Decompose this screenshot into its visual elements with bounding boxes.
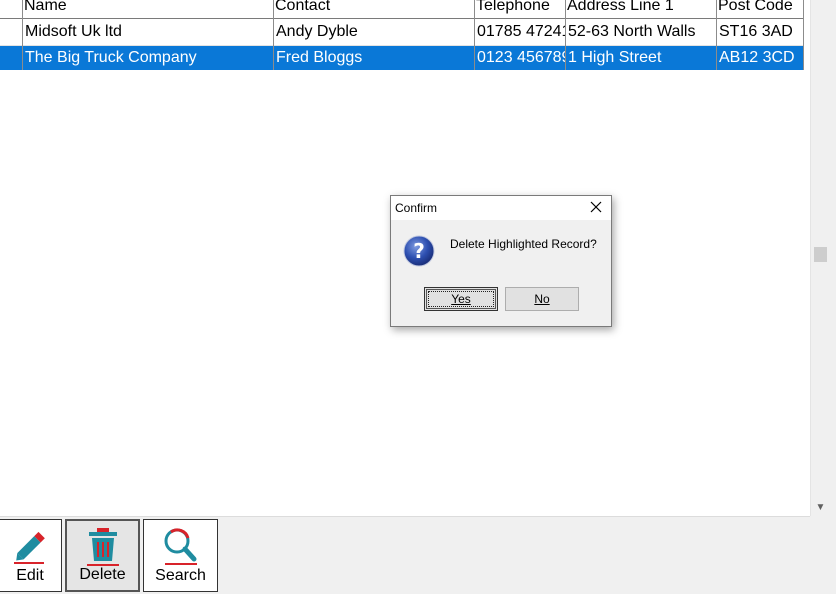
edit-button[interactable]: Edit (0, 519, 62, 592)
search-button[interactable]: Search (143, 519, 218, 592)
column-header-postcode[interactable]: Post Code (716, 0, 804, 18)
dialog-titlebar[interactable]: Confirm (391, 196, 611, 220)
column-header-name[interactable]: Name (22, 0, 273, 18)
cell-telephone: 01785 472411 (477, 23, 565, 40)
grid-header: Name Contact Telephone Address Line 1 Po… (0, 0, 804, 19)
yes-button[interactable]: Yes (424, 287, 498, 311)
magnifier-icon (164, 528, 197, 565)
confirm-dialog: Confirm ? Delete Highlighted Record? Yes… (390, 195, 612, 327)
column-divider (565, 0, 566, 70)
cell-telephone: 0123 456789 (477, 49, 565, 66)
bottom-toolbar: Edit Delete Search (0, 517, 836, 594)
cell-postcode: ST16 3AD (719, 23, 793, 40)
search-button-label: Search (155, 567, 206, 584)
cell-postcode: AB12 3CD (719, 49, 795, 66)
column-divider (22, 0, 23, 70)
cell-address1: 1 High Street (568, 49, 662, 66)
no-button-label: No (534, 292, 550, 306)
delete-button[interactable]: Delete (65, 519, 140, 592)
scroll-down-arrow-icon[interactable]: ▼ (814, 502, 827, 513)
table-row-selected[interactable]: The Big Truck Company Fred Bloggs 0123 4… (0, 46, 804, 70)
cell-contact: Fred Bloggs (276, 49, 363, 66)
column-header-contact[interactable]: Contact (273, 0, 474, 18)
edit-button-label: Edit (16, 567, 44, 584)
column-divider (474, 0, 475, 70)
table-row[interactable]: Midsoft Uk ltd Andy Dyble 01785 472411 5… (0, 19, 804, 45)
vertical-scrollbar[interactable]: ▼ (810, 0, 830, 516)
pencil-icon (14, 531, 45, 564)
cell-contact: Andy Dyble (276, 23, 358, 40)
column-divider (273, 0, 274, 70)
column-divider (803, 0, 804, 70)
focus-ring (428, 291, 494, 307)
scrollbar-thumb[interactable] (814, 247, 827, 262)
cell-name: Midsoft Uk ltd (25, 23, 122, 40)
cell-address1: 52-63 North Walls (568, 23, 696, 40)
dialog-message: Delete Highlighted Record? (450, 237, 597, 251)
delete-button-label: Delete (79, 566, 126, 583)
svg-text:?: ? (413, 239, 425, 263)
column-header-address1[interactable]: Address Line 1 (565, 0, 716, 18)
trash-icon (86, 528, 119, 566)
column-header-telephone[interactable]: Telephone (474, 0, 565, 18)
column-divider (716, 0, 717, 70)
question-icon: ? (403, 235, 435, 267)
dialog-title: Confirm (395, 201, 438, 215)
no-button[interactable]: No (505, 287, 579, 311)
close-icon[interactable] (587, 198, 605, 216)
cell-name: The Big Truck Company (25, 49, 197, 66)
